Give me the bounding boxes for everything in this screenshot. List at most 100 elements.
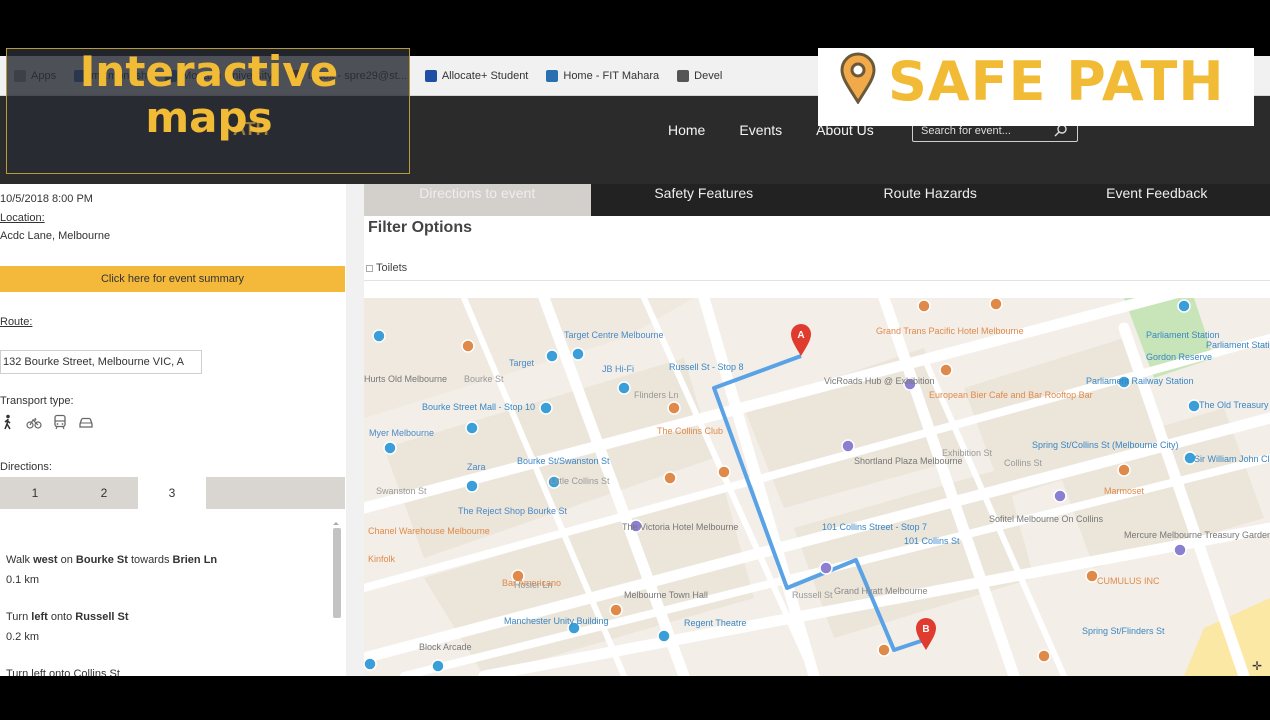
route-input[interactable] <box>0 350 202 374</box>
caption-title: Interactive maps <box>7 49 411 141</box>
map-poi-marker-icon[interactable] <box>819 561 833 575</box>
map-place-label: Hosier Ln <box>514 580 553 590</box>
map-poi-marker-icon[interactable] <box>1177 299 1191 313</box>
map-place-label: Bourke St/Swanston St <box>517 456 610 466</box>
directions-label: Directions: <box>0 461 52 473</box>
map-place-label: Hurts Old Melbourne <box>364 374 447 384</box>
map-poi-marker-icon[interactable] <box>877 643 891 657</box>
map-poi-marker-icon[interactable] <box>989 298 1003 311</box>
bike-icon[interactable] <box>26 414 42 430</box>
map-expand-icon[interactable]: ✛ <box>1252 659 1262 673</box>
location-label: Location: <box>0 212 45 224</box>
map-poi-marker-icon[interactable] <box>657 629 671 643</box>
map-place-label: 101 Collins St <box>904 536 960 546</box>
safe-path-logo: SAFE PATH <box>818 48 1254 126</box>
event-summary-button[interactable]: Click here for event summary <box>0 266 345 292</box>
tab-route-hazards[interactable]: Route Hazards <box>817 184 1044 216</box>
map-poi-marker-icon[interactable] <box>1053 489 1067 503</box>
map-place-label: Regent Theatre <box>684 618 746 628</box>
car-icon[interactable] <box>78 414 94 430</box>
bookmark-favicon-icon <box>424 69 437 82</box>
bookmark-item[interactable]: Devel <box>677 69 723 82</box>
map-poi-marker-icon[interactable] <box>431 659 445 673</box>
map-place-label: JB Hi-Fi <box>602 364 634 374</box>
map-poi-marker-icon[interactable] <box>841 439 855 453</box>
tab-safety-features[interactable]: Safety Features <box>591 184 818 216</box>
tab-directions[interactable]: Directions to event <box>364 184 591 216</box>
map-poi-marker-icon[interactable] <box>617 381 631 395</box>
bookmark-item[interactable]: Home - FIT Mahara <box>546 69 660 82</box>
nav-events[interactable]: Events <box>739 122 782 138</box>
map-poi-marker-icon[interactable] <box>571 347 585 361</box>
map-place-label: Bourke St <box>464 374 504 384</box>
map-poi-marker-icon[interactable] <box>1037 649 1051 663</box>
direction-step-1: Walk west on Bourke St towards Brien Ln <box>6 554 218 566</box>
map-place-label: Sofitel Melbourne On Collins <box>989 514 1104 524</box>
direction-tab-1[interactable]: 1 <box>0 477 70 509</box>
svg-text:B: B <box>922 624 929 635</box>
map-place-label: Chanel Warehouse Melbourne <box>368 526 490 536</box>
bookmark-favicon-icon <box>677 69 690 82</box>
map-place-label: Kinfolk <box>368 554 396 564</box>
scroll-up-arrow-icon[interactable] <box>330 519 342 527</box>
map-poi-marker-icon[interactable] <box>939 363 953 377</box>
walk-icon[interactable] <box>0 414 16 430</box>
map-poi-marker-icon[interactable] <box>364 657 377 671</box>
route-map[interactable]: A B Target Centre Melbourne Target JB Hi-F… <box>364 298 1270 676</box>
map-place-label: Parliament Station - Swan <box>1206 340 1270 350</box>
nav-home[interactable]: Home <box>668 122 705 138</box>
map-poi-marker-icon[interactable] <box>917 299 931 313</box>
map-poi-marker-icon[interactable] <box>545 349 559 363</box>
map-place-label: The Victoria Hotel Melbourne <box>622 522 738 532</box>
direction-tab-2[interactable]: 2 <box>70 477 138 509</box>
filter-toilets-checkbox[interactable] <box>366 264 373 272</box>
map-place-label: Gordon Reserve <box>1146 352 1212 362</box>
filter-toilets-label: Toilets <box>376 262 408 274</box>
direction-tab-3[interactable]: 3 <box>138 477 206 509</box>
location-value: Acdc Lane, Melbourne <box>0 230 111 242</box>
map-place-label: Collins St <box>1004 458 1043 468</box>
map-canvas[interactable]: A B Target Centre Melbourne Target JB Hi-F… <box>364 298 1270 676</box>
map-place-label: Block Arcade <box>419 642 472 652</box>
caption-ghost-text: ATH <box>233 119 269 139</box>
map-poi-marker-icon[interactable] <box>1117 463 1131 477</box>
map-place-label: Target Centre Melbourne <box>564 330 664 340</box>
bookmark-label: Devel <box>694 69 723 82</box>
map-poi-marker-icon[interactable] <box>465 479 479 493</box>
map-place-label: Russell St <box>792 590 833 600</box>
map-place-label: Parliament Station <box>1146 330 1220 340</box>
filter-toilets[interactable]: Toilets <box>366 262 407 274</box>
map-place-label: Bourke Street Mall - Stop 10 <box>422 402 535 412</box>
direction-step-3: Turn left onto Collins St <box>6 668 120 676</box>
map-poi-marker-icon[interactable] <box>465 421 479 435</box>
map-place-label: Zara <box>467 462 486 472</box>
caption-title-line-1: Interactive <box>79 47 339 96</box>
map-place-label: Target <box>509 358 535 368</box>
bookmark-item[interactable]: Allocate+ Student <box>424 69 528 82</box>
map-place-label: Spring St/Flinders St <box>1082 626 1165 636</box>
map-poi-marker-icon[interactable] <box>667 401 681 415</box>
bookmark-label: Home - FIT Mahara <box>563 69 660 82</box>
map-poi-marker-icon[interactable] <box>717 465 731 479</box>
directions-scroll-thumb[interactable] <box>333 528 341 618</box>
transport-options <box>0 414 94 430</box>
map-poi-marker-icon[interactable] <box>539 401 553 415</box>
bookmark-favicon-icon <box>546 69 559 82</box>
location-pin-icon <box>840 52 876 104</box>
filter-divider <box>364 280 1270 281</box>
route-panel: Directions to event Safety Features Rout… <box>364 184 1270 676</box>
map-poi-marker-icon[interactable] <box>609 603 623 617</box>
map-place-label: The Old Treasury Building <box>1199 400 1270 410</box>
tab-event-feedback[interactable]: Event Feedback <box>1044 184 1270 216</box>
map-poi-marker-icon[interactable] <box>461 339 475 353</box>
map-poi-marker-icon[interactable] <box>1173 543 1187 557</box>
map-poi-marker-icon[interactable] <box>383 441 397 455</box>
map-poi-marker-icon[interactable] <box>372 329 386 343</box>
filter-options-title: Filter Options <box>368 219 472 236</box>
route-label: Route: <box>0 316 33 328</box>
transport-type-label: Transport type: <box>0 395 74 407</box>
transit-icon[interactable] <box>52 414 68 430</box>
map-place-label: The Reject Shop Bourke St <box>458 506 568 516</box>
map-poi-marker-icon[interactable] <box>663 471 677 485</box>
map-place-label: Little Collins St <box>550 476 610 486</box>
